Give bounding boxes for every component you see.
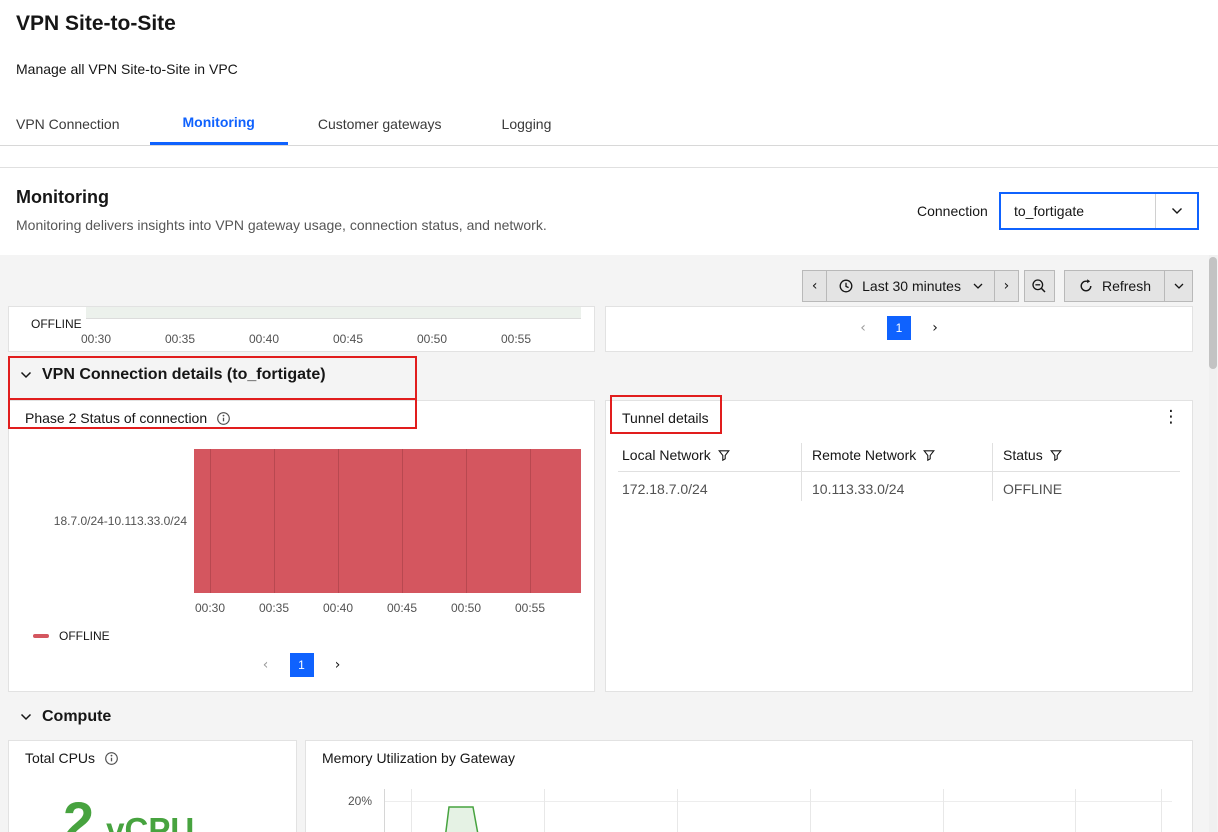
- x-tick: 00:40: [323, 601, 353, 615]
- phase1-chart-bottom-edge: [86, 307, 581, 319]
- phase2-status-card: Phase 2 Status of connection 18.7.0/24-1…: [8, 400, 595, 692]
- x-tick: 00:55: [515, 601, 545, 615]
- column-header-label: Status: [1003, 447, 1043, 463]
- x-tick: 00:45: [387, 601, 417, 615]
- column-header-label: Local Network: [622, 447, 711, 463]
- tab-bar: VPN Connection Monitoring Customer gatew…: [0, 102, 1218, 146]
- column-header-local-network: Local Network: [622, 447, 730, 463]
- zoom-out-button[interactable]: [1024, 270, 1055, 302]
- column-header-label: Remote Network: [812, 447, 916, 463]
- tab-customer-gateways[interactable]: Customer gateways: [288, 102, 472, 145]
- pagination-page-1-button[interactable]: 1: [887, 316, 911, 340]
- phase1-details-card: ‹ 1 ›: [605, 306, 1193, 352]
- chart-legend[interactable]: OFFLINE: [33, 629, 110, 643]
- chevron-down-icon[interactable]: [1155, 194, 1197, 228]
- time-range-back-button[interactable]: ‹: [802, 270, 827, 302]
- pagination-next-button[interactable]: ›: [326, 653, 350, 677]
- pagination-prev-button[interactable]: ‹: [851, 316, 875, 340]
- time-range-forward-button[interactable]: ›: [994, 270, 1019, 302]
- vpn-site-to-site-page: VPN Site-to-Site Manage all VPN Site-to-…: [0, 0, 1218, 832]
- tunnel-details-card: Tunnel details ⋮ Local Network Remote Ne…: [605, 400, 1193, 692]
- section-title: Compute: [42, 708, 111, 726]
- chevron-down-icon[interactable]: [20, 713, 32, 721]
- x-tick: 00:30: [195, 601, 225, 615]
- chevron-down-icon: [973, 283, 983, 289]
- cell-local-network: 172.18.7.0/24: [622, 481, 708, 497]
- x-tick: 00:30: [81, 332, 111, 346]
- x-tick: 00:45: [333, 332, 363, 346]
- monitoring-dashboard: ‹ Last 30 minutes › Refresh: [0, 255, 1218, 832]
- section-compute[interactable]: Compute: [20, 708, 111, 726]
- cell-status: OFFLINE: [1003, 481, 1062, 497]
- total-cpus-card: Total CPUs 2 vCPU: [8, 740, 297, 832]
- x-tick: 00:55: [501, 332, 531, 346]
- tab-monitoring[interactable]: Monitoring: [150, 102, 288, 145]
- filter-icon[interactable]: [1050, 449, 1062, 461]
- info-icon[interactable]: [104, 751, 119, 766]
- tab-logging[interactable]: Logging: [472, 102, 582, 145]
- page-title: VPN Site-to-Site: [16, 12, 176, 36]
- time-range-label: Last 30 minutes: [862, 278, 961, 294]
- x-tick: 00:35: [165, 332, 195, 346]
- legend-swatch-offline: [33, 634, 49, 638]
- memory-utilization-card: Memory Utilization by Gateway 20%: [305, 740, 1193, 832]
- header-divider: [0, 167, 1218, 168]
- phase2-category-label: 18.7.0/24-10.113.33.0/24: [17, 514, 187, 528]
- legend-label: OFFLINE: [59, 629, 110, 643]
- x-tick: 00:40: [249, 332, 279, 346]
- pagination-next-button[interactable]: ›: [923, 316, 947, 340]
- section-vpn-connection-details[interactable]: VPN Connection details (to_fortigate): [20, 366, 326, 384]
- memory-line-series: [306, 741, 1194, 832]
- refresh-button[interactable]: Refresh: [1064, 270, 1165, 302]
- refresh-options-button[interactable]: [1164, 270, 1193, 302]
- tunnel-card-title: Tunnel details: [622, 410, 709, 426]
- total-cpus-value: 2: [63, 789, 94, 832]
- tab-vpn-connection[interactable]: VPN Connection: [0, 102, 150, 145]
- phase1-status-card: OFFLINE 00:30 00:35 00:40 00:45 00:50 00…: [8, 306, 595, 352]
- x-tick: 00:50: [417, 332, 447, 346]
- pagination: ‹ 1 ›: [254, 653, 350, 677]
- total-cpus-title: Total CPUs: [25, 750, 95, 766]
- pagination-prev-button[interactable]: ‹: [254, 653, 278, 677]
- overflow-menu-icon[interactable]: ⋮: [1160, 407, 1182, 431]
- clock-icon: [838, 278, 854, 294]
- column-header-status: Status: [1003, 447, 1062, 463]
- scrollbar-thumb[interactable]: [1209, 257, 1217, 369]
- info-icon[interactable]: [216, 411, 231, 426]
- time-toolbar: ‹ Last 30 minutes › Refresh: [802, 270, 1193, 302]
- refresh-label: Refresh: [1102, 278, 1151, 294]
- monitoring-section-description: Monitoring delivers insights into VPN ga…: [16, 217, 547, 233]
- time-range-button[interactable]: Last 30 minutes: [826, 270, 995, 302]
- phase1-row-label: OFFLINE: [31, 317, 82, 331]
- filter-icon[interactable]: [718, 449, 730, 461]
- column-header-remote-network: Remote Network: [812, 447, 935, 463]
- phase2-status-bar: [194, 449, 581, 593]
- phase2-card-title: Phase 2 Status of connection: [25, 410, 207, 426]
- pagination-page-1-button[interactable]: 1: [290, 653, 314, 677]
- table-header-divider: [618, 471, 1180, 472]
- x-tick: 00:50: [451, 601, 481, 615]
- section-title: VPN Connection details (to_fortigate): [42, 366, 326, 384]
- column-divider: [992, 443, 993, 501]
- cell-remote-network: 10.113.33.0/24: [812, 481, 904, 497]
- chevron-down-icon[interactable]: [20, 371, 32, 379]
- connection-dropdown-label: Connection: [917, 203, 988, 219]
- filter-icon[interactable]: [923, 449, 935, 461]
- monitoring-section-title: Monitoring: [16, 187, 109, 208]
- connection-dropdown-value: to_fortigate: [1001, 203, 1155, 219]
- refresh-icon: [1078, 278, 1094, 294]
- page-subtitle: Manage all VPN Site-to-Site in VPC: [16, 61, 238, 77]
- column-divider: [801, 443, 802, 501]
- pagination: ‹ 1 ›: [851, 316, 947, 340]
- total-cpus-unit: vCPU: [106, 811, 194, 832]
- connection-dropdown[interactable]: to_fortigate: [999, 192, 1199, 230]
- x-tick: 00:35: [259, 601, 289, 615]
